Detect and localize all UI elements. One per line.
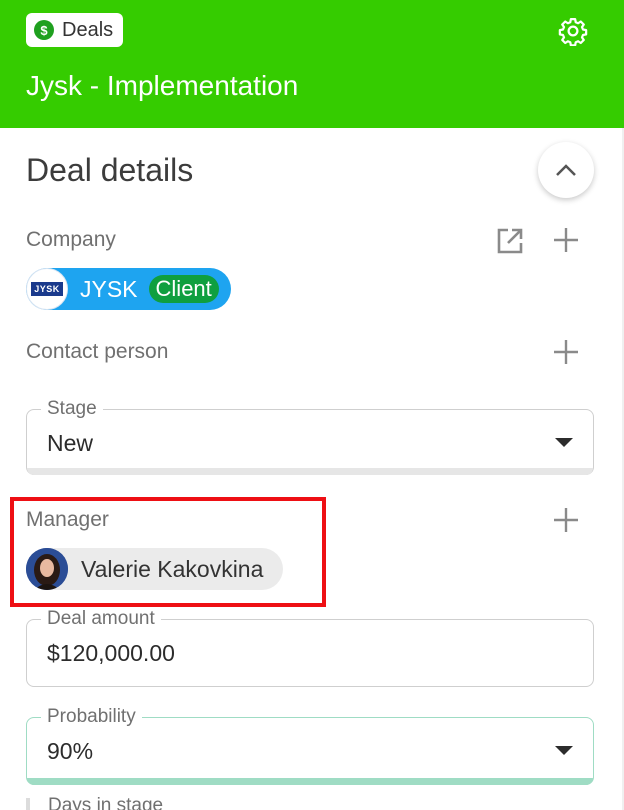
- company-label: Company: [26, 228, 116, 251]
- probability-label: Probability: [41, 706, 142, 728]
- collapse-button[interactable]: [538, 142, 594, 198]
- add-company-plus-icon[interactable]: [550, 224, 582, 256]
- deal-title: Jysk - Implementation: [26, 70, 299, 101]
- deals-chip-label: Deals: [62, 18, 114, 41]
- dropdown-arrow-icon: [555, 746, 573, 755]
- probability-value: 90%: [47, 738, 94, 764]
- dropdown-arrow-icon: [555, 438, 573, 447]
- add-contact-plus-icon[interactable]: [550, 336, 582, 368]
- add-manager-plus-icon[interactable]: [550, 504, 582, 536]
- logo-text: JYSK: [31, 282, 63, 296]
- company-name: JYSK: [80, 275, 138, 302]
- chevron-up-icon: [556, 164, 576, 176]
- stage-label: Stage: [41, 398, 103, 420]
- days-in-stage-bar: [26, 798, 30, 810]
- client-badge: Client: [148, 275, 219, 303]
- section-title: Deal details: [26, 152, 194, 188]
- deal-amount-field[interactable]: Deal amount $120,000.00: [26, 608, 594, 687]
- deals-module-chip[interactable]: $ Deals: [26, 13, 124, 47]
- company-logo: JYSK: [26, 268, 68, 310]
- stage-underline: [27, 468, 593, 475]
- days-in-stage-label: Days in stage: [48, 795, 164, 810]
- app-header: $ Deals Jysk - Implementation: [0, 0, 624, 128]
- probability-select[interactable]: Probability 90%: [26, 706, 594, 785]
- probability-underline: [27, 778, 593, 785]
- open-external-icon[interactable]: [494, 225, 526, 257]
- highlight-box: [10, 497, 326, 607]
- gear-icon[interactable]: [558, 16, 588, 47]
- contact-person-label: Contact person: [26, 340, 169, 363]
- stage-value: New: [47, 430, 94, 456]
- company-chip[interactable]: JYSK JYSK Client: [26, 268, 231, 310]
- deal-amount-value: $120,000.00: [47, 640, 175, 666]
- stage-select[interactable]: Stage New: [26, 398, 594, 475]
- deal-details-panel: Deal details Company JYSK JYSK Client Co…: [0, 128, 624, 810]
- deal-amount-label: Deal amount: [41, 608, 161, 630]
- dollar-icon: $: [34, 20, 54, 40]
